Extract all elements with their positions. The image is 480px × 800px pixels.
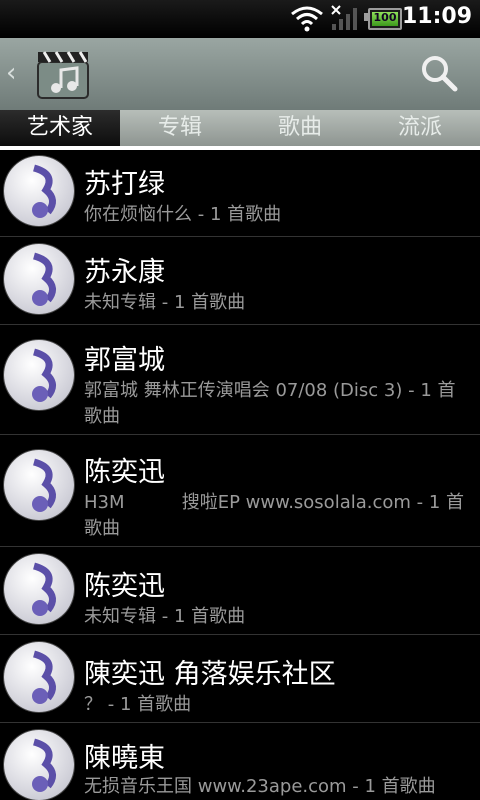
wifi-icon (291, 6, 323, 32)
chevron-left-icon[interactable]: ‹ (6, 58, 16, 88)
artist-detail: H3M 搜啦EP www.sosolala.com - 1 首歌曲 (84, 492, 465, 539)
artist-list: 苏打绿 你在烦恼什么 - 1 首歌曲 苏永康 未知专辑 - 1 首歌曲 郭富城 … (0, 150, 480, 800)
list-item[interactable]: 苏永康 未知专辑 - 1 首歌曲 (0, 238, 480, 324)
music-note-icon (4, 156, 74, 226)
tab-songs[interactable]: 歌曲 (240, 110, 360, 146)
music-note-icon (4, 642, 74, 712)
list-item[interactable]: 陈奕迅 H3M 搜啦EP www.sosolala.com - 1 首歌曲 (0, 436, 480, 544)
artist-name: 苏打绿 (84, 169, 165, 200)
search-icon[interactable] (420, 54, 458, 92)
artist-detail: 你在烦恼什么 - 1 首歌曲 (84, 204, 282, 225)
artist-name: 郭富城 (84, 345, 165, 376)
artist-name: 陳曉東 (84, 743, 165, 774)
music-note-icon (4, 244, 74, 314)
list-item[interactable]: 陳曉東 无损音乐王国 www.23ape.com - 1 首歌曲 (0, 724, 480, 800)
artist-detail: 无损音乐王国 www.23ape.com - 1 首歌曲 (84, 776, 436, 797)
clock: 11:09 (401, 4, 472, 29)
artist-detail: 未知专辑 - 1 首歌曲 (84, 606, 246, 627)
tab-genres[interactable]: 流派 (360, 110, 480, 146)
music-clapper-icon[interactable] (36, 46, 92, 102)
tab-albums[interactable]: 专辑 (120, 110, 240, 146)
music-note-icon (4, 730, 74, 800)
list-item[interactable]: 陈奕迅 未知专辑 - 1 首歌曲 (0, 548, 480, 634)
artist-name: 陈奕迅 (84, 457, 165, 488)
list-item[interactable]: 郭富城 郭富城 舞林正传演唱会 07/08 (Disc 3) - 1 首歌曲 (0, 326, 480, 434)
signal-icon (331, 5, 357, 30)
music-note-icon (4, 450, 74, 520)
app-header: ‹ (0, 38, 480, 110)
battery-icon: 100 (368, 8, 402, 30)
artist-name: 苏永康 (84, 257, 165, 288)
music-note-icon (4, 554, 74, 624)
list-item[interactable]: 苏打绿 你在烦恼什么 - 1 首歌曲 (0, 150, 480, 236)
artist-detail: 未知专辑 - 1 首歌曲 (84, 292, 246, 313)
tab-artists[interactable]: 艺术家 (0, 110, 120, 146)
artist-detail: ？ - 1 首歌曲 (84, 694, 192, 715)
tab-bar: 艺术家 专辑 歌曲 流派 (0, 110, 480, 146)
artist-detail: 郭富城 舞林正传演唱会 07/08 (Disc 3) - 1 首歌曲 (84, 380, 456, 427)
list-item[interactable]: 陳奕迅 角落娱乐社区 ？ - 1 首歌曲 (0, 636, 480, 722)
music-note-icon (4, 340, 74, 410)
artist-name: 陈奕迅 (84, 571, 165, 602)
status-bar: 100 11:09 (0, 0, 480, 38)
artist-name: 陳奕迅 角落娱乐社区 (84, 659, 336, 690)
